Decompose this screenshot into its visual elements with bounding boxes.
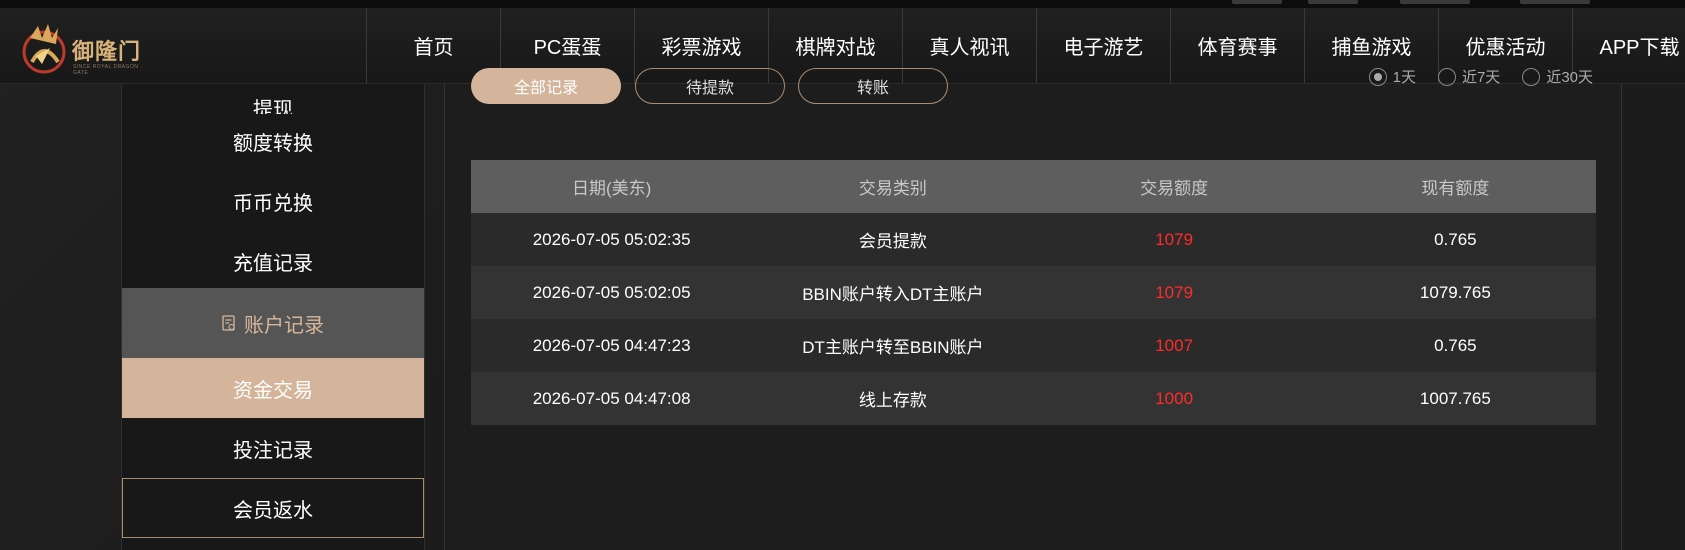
sidebar-item-credit-transfer[interactable]: 额度转换 (122, 114, 424, 168)
table-row[interactable]: 2026-07-05 05:02:05 BBIN账户转入DT主账户 1079 1… (471, 266, 1596, 319)
column-header-date[interactable]: 日期(美东) (471, 174, 752, 199)
cell-balance: 0.765 (1434, 335, 1477, 355)
radio-30-days[interactable]: 近30天 (1522, 66, 1593, 87)
cell-type: 会员提款 (858, 232, 927, 251)
table-row[interactable]: 2026-07-05 04:47:08 线上存款 1000 1007.765 (471, 372, 1596, 425)
column-header-balance[interactable]: 现有额度 (1315, 174, 1596, 199)
top-strip-tab[interactable] (1232, 0, 1282, 4)
top-strip-tab[interactable] (1400, 0, 1470, 4)
sidebar-item-label: 资金交易 (233, 379, 313, 402)
dragon-logo-icon (22, 24, 66, 74)
radio-selected-icon (1368, 67, 1387, 86)
filter-all-records-button[interactable]: 全部记录 (471, 68, 621, 104)
cell-date: 2026-07-05 05:02:35 (532, 229, 691, 249)
sidebar-item-member-rebate[interactable]: 会员返水 (122, 478, 424, 538)
table-row[interactable]: 2026-07-05 05:02:35 会员提款 1079 0.765 (471, 213, 1596, 266)
cell-amount: 1000 (1155, 388, 1194, 408)
cell-balance: 1079.765 (1419, 282, 1491, 302)
cell-amount: 1007 (1155, 335, 1194, 355)
filter-button-label: 全部记录 (513, 80, 578, 97)
sidebar-item-fund-transactions[interactable]: 资金交易 (122, 358, 424, 418)
cell-amount: 1079 (1155, 282, 1194, 302)
top-strip-tab[interactable] (1520, 0, 1590, 4)
column-header-type[interactable]: 交易类别 (752, 174, 1033, 199)
filter-button-label: 转账 (856, 80, 889, 97)
radio-label: 近7天 (1461, 69, 1501, 86)
account-sidebar: 提现 额度转换 币币兑换 充值记录 账户记录 资金交易 投注记录 会员返水 (121, 84, 425, 550)
logo-text: 御隆门 (72, 39, 142, 65)
sidebar-group-label: 账户记录 (244, 314, 324, 337)
sidebar-item-label: 币币兑换 (233, 192, 313, 215)
cell-balance: 1007.765 (1419, 388, 1491, 408)
table-header-row: 日期(美东) 交易类别 交易额度 现有额度 (471, 160, 1596, 213)
cell-date: 2026-07-05 04:47:08 (532, 388, 691, 408)
sidebar-group-account-records[interactable]: 账户记录 (122, 288, 424, 358)
sidebar-item-label: 额度转换 (233, 132, 313, 155)
radio-7-days[interactable]: 近7天 (1437, 66, 1501, 87)
cell-type: BBIN账户转入DT主账户 (802, 285, 984, 304)
cell-type: DT主账户转至BBIN账户 (802, 338, 984, 357)
radio-label: 近30天 (1546, 69, 1593, 86)
nav-item-sports[interactable]: 体育赛事 (1170, 8, 1304, 83)
sidebar-item-withdraw[interactable]: 提现 (122, 74, 424, 114)
radio-label: 1天 (1392, 69, 1416, 86)
transactions-table: 日期(美东) 交易类别 交易额度 现有额度 2026-07-05 05:02:3… (471, 160, 1596, 425)
sidebar-item-label: 充值记录 (233, 252, 313, 275)
cell-amount: 1079 (1155, 229, 1194, 249)
radio-1-day[interactable]: 1天 (1368, 66, 1416, 87)
sidebar-item-label: 投注记录 (233, 439, 313, 462)
radio-unselected-icon (1437, 67, 1456, 86)
filter-button-label: 待提款 (685, 80, 734, 97)
sidebar-item-label: 会员返水 (233, 499, 313, 522)
nav-item-slots[interactable]: 电子游艺 (1036, 8, 1170, 83)
filter-transfer-button[interactable]: 转账 (798, 68, 948, 104)
radio-unselected-icon (1522, 67, 1541, 86)
top-strip-tab[interactable] (1308, 0, 1358, 4)
cell-date: 2026-07-05 05:02:05 (532, 282, 691, 302)
cell-type: 线上存款 (858, 391, 927, 410)
main-panel: 全部记录 待提款 转账 1天 近7天 近30天 日期(美东) 交易类别 交易额度… (444, 67, 1622, 550)
column-header-amount[interactable]: 交易额度 (1034, 174, 1315, 199)
site-logo[interactable]: 御隆门 SINCE ROYAL DRAGON GATE (18, 18, 148, 76)
filter-pending-withdraw-button[interactable]: 待提款 (635, 68, 785, 104)
sidebar-item-label: 提现 (253, 99, 293, 114)
document-icon (222, 314, 236, 332)
table-row[interactable]: 2026-07-05 04:47:23 DT主账户转至BBIN账户 1007 0… (471, 319, 1596, 372)
date-range-radio-group: 1天 近7天 近30天 (1368, 66, 1593, 87)
sidebar-item-bet-records[interactable]: 投注记录 (122, 418, 424, 478)
cell-date: 2026-07-05 04:47:23 (532, 335, 691, 355)
cell-balance: 0.765 (1434, 229, 1477, 249)
sidebar-item-deposit-records[interactable]: 充值记录 (122, 234, 424, 288)
sidebar-item-coin-exchange[interactable]: 币币兑换 (122, 174, 424, 228)
top-strip (0, 0, 1685, 8)
